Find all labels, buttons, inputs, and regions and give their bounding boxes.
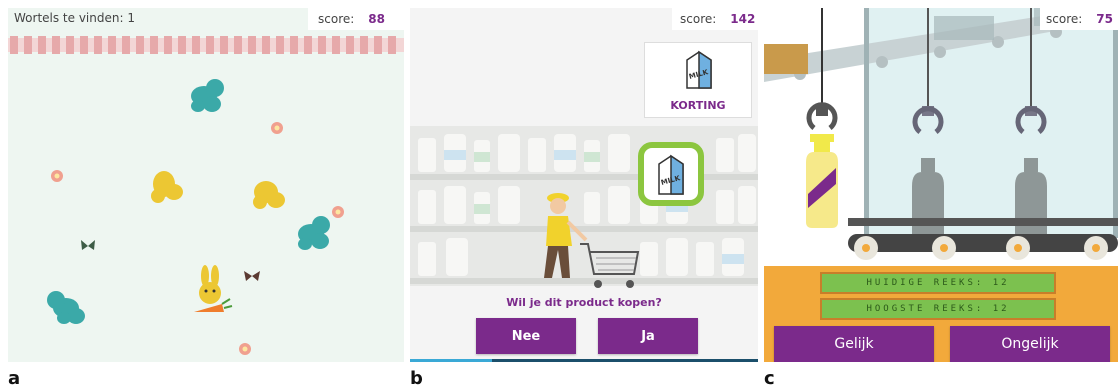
score-value: 75 xyxy=(1096,12,1113,26)
best-streak: HOOGSTE REEKS: 12 xyxy=(820,298,1056,320)
yes-button[interactable]: Ja xyxy=(598,318,698,354)
score-label: score: xyxy=(680,12,717,26)
flower-icon xyxy=(271,122,283,134)
panel-c-game: score: 75 HUIDIGE REEKS: 12 HOOGSTE REEK… xyxy=(764,8,1118,362)
unequal-button[interactable]: Ongelijk xyxy=(950,326,1110,362)
product-card: MILK KORTING xyxy=(644,42,752,118)
current-streak: HUIDIGE REEKS: 12 xyxy=(820,272,1056,294)
game-field xyxy=(8,36,404,355)
bush-icon xyxy=(298,216,330,250)
score-box: score: 75 xyxy=(1040,8,1118,30)
panel-b-game: score: 142 MILK KORTING MILK Wil je dit … xyxy=(410,8,758,362)
purchase-question: Wil je dit product kopen? xyxy=(506,296,662,309)
shopping-cart-icon xyxy=(580,243,640,288)
flower-icon xyxy=(239,343,251,355)
panel-letter-c: c xyxy=(764,368,775,389)
fence xyxy=(8,36,404,54)
butterfly-icon xyxy=(244,271,260,281)
product-highlight: MILK xyxy=(638,142,704,206)
panel-letter-a: a xyxy=(8,368,21,389)
progress-fill xyxy=(410,359,492,362)
bush-icon xyxy=(191,79,224,112)
score-label: score: xyxy=(1046,12,1083,26)
bush-icon xyxy=(47,291,85,324)
bush-icon xyxy=(151,171,183,203)
milk-carton-icon: MILK xyxy=(686,50,712,89)
bottle-icon xyxy=(806,142,838,228)
milk-carton-icon: MILK xyxy=(658,154,684,195)
score-value: 142 xyxy=(730,12,756,26)
bush-icon xyxy=(253,181,285,209)
rabbit-icon xyxy=(199,265,221,304)
no-button[interactable]: Nee xyxy=(476,318,576,354)
flower-icon xyxy=(51,170,63,182)
product-label: KORTING xyxy=(670,99,726,112)
panel-letter-b: b xyxy=(410,368,423,389)
equal-button[interactable]: Gelijk xyxy=(774,326,934,362)
panel-a-game: Wortels te vinden: 1 score: 88 xyxy=(8,8,404,362)
progress-track xyxy=(410,359,758,362)
flower-icon xyxy=(332,206,344,218)
butterfly-icon xyxy=(81,240,95,250)
score-box: score: 142 xyxy=(672,8,758,30)
